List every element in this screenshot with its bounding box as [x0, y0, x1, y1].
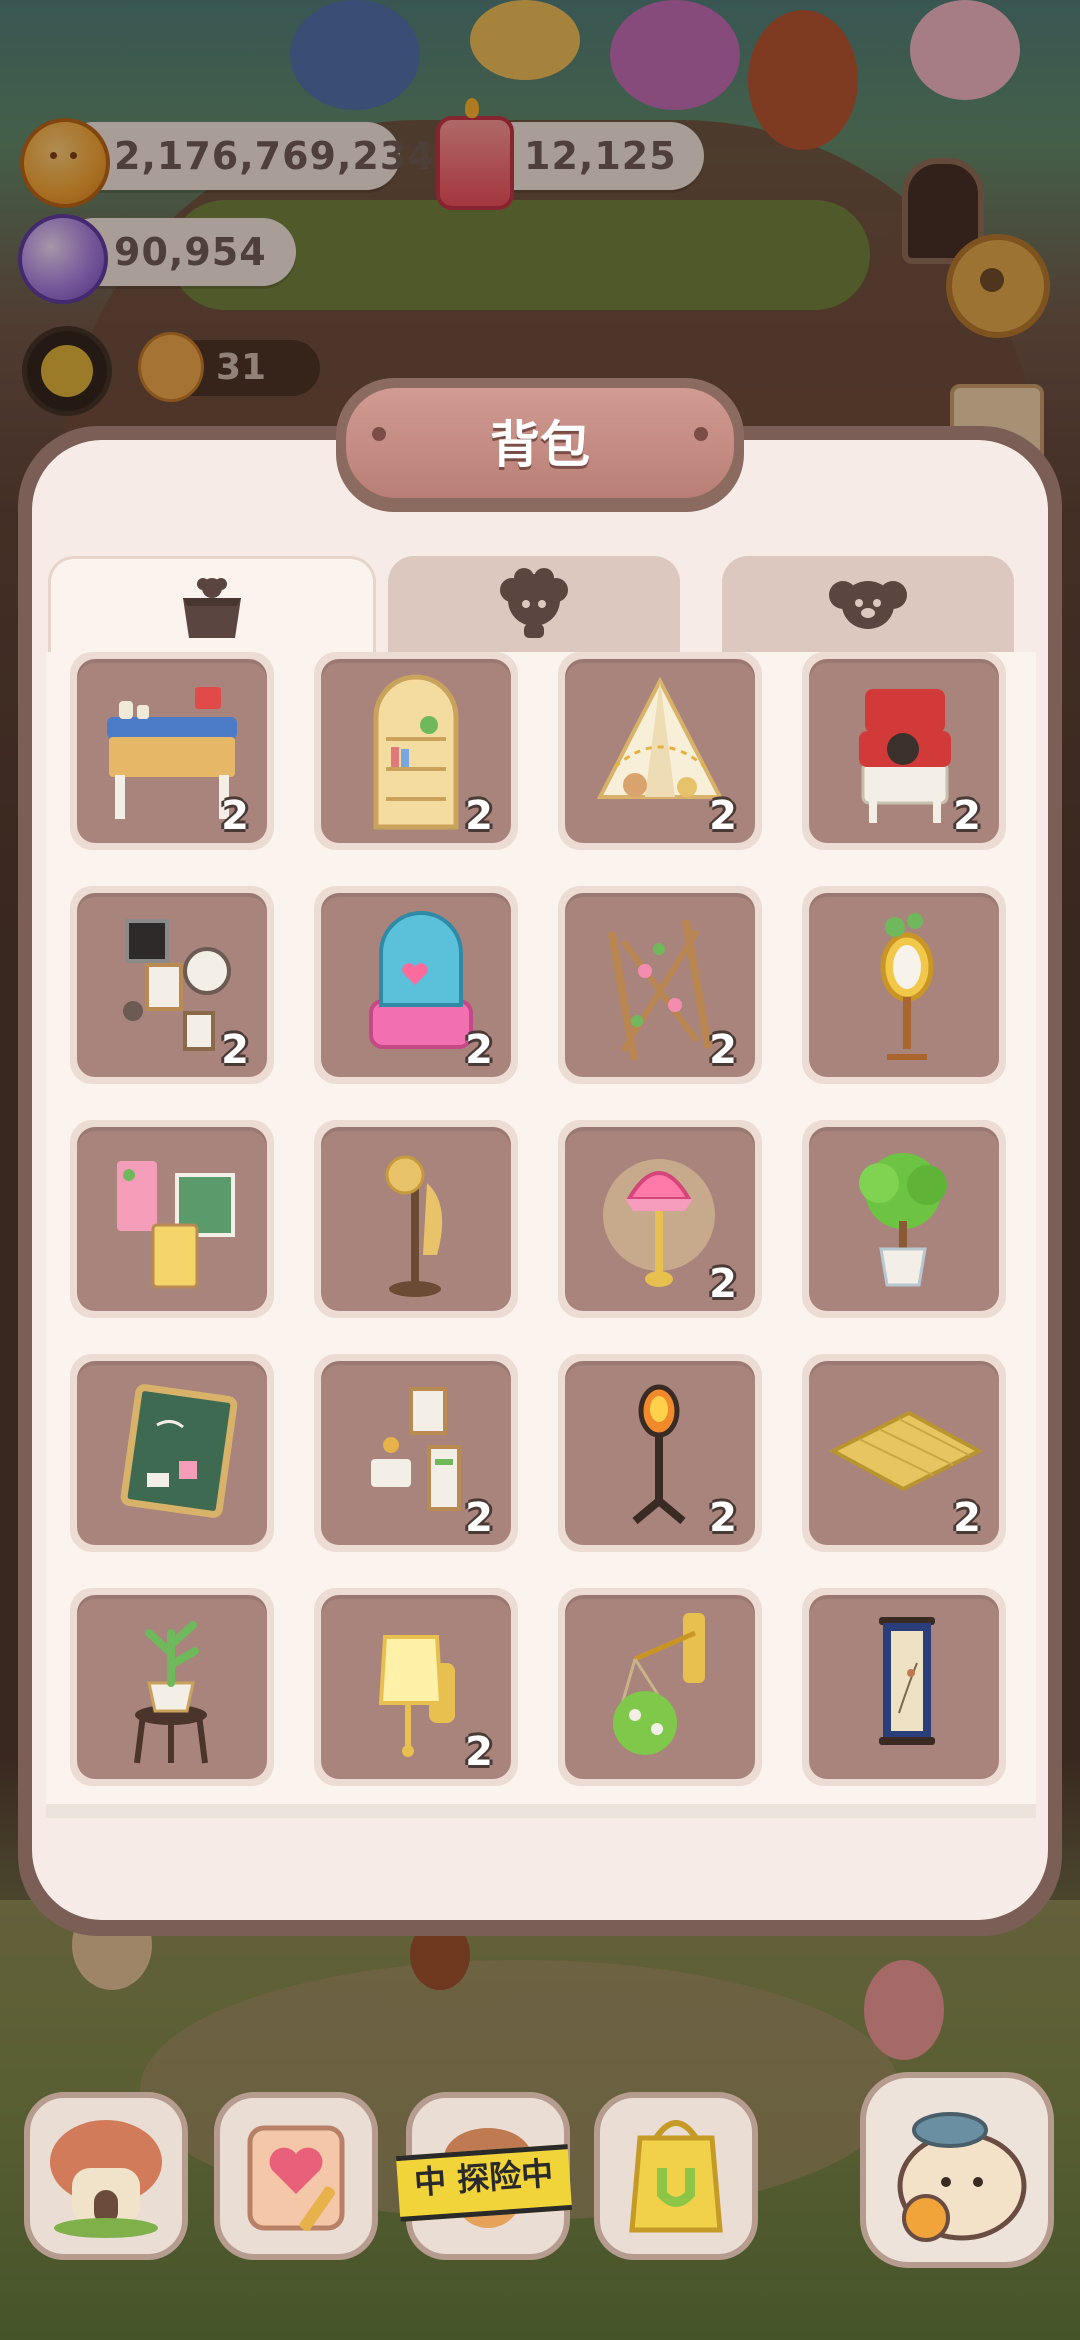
- exploring-tape-label: 中 探险中: [395, 2144, 573, 2222]
- hanging-planter-icon: [575, 1603, 745, 1777]
- item-quantity: 2: [465, 1495, 493, 1541]
- item-quantity: 2: [465, 1729, 493, 1775]
- item-slot-plant-stand[interactable]: [70, 1588, 274, 1786]
- item-slot-tent[interactable]: 2: [558, 652, 762, 850]
- item-slot-desk[interactable]: 2: [70, 652, 274, 850]
- item-slot-background: 2: [565, 659, 755, 843]
- item-slot-wall-lamp[interactable]: 2: [314, 1588, 518, 1786]
- item-slot-flower-trellis[interactable]: 2: [558, 886, 762, 1084]
- pet-alarm-button[interactable]: [860, 2072, 1054, 2268]
- item-slot-scroll-painting[interactable]: [802, 1588, 1006, 1786]
- item-slot-record-player[interactable]: 2: [802, 652, 1006, 850]
- tab-pets[interactable]: [722, 556, 1014, 652]
- panel-title-plate: 背包: [336, 378, 744, 512]
- item-slot-potted-tree[interactable]: [802, 1120, 1006, 1318]
- item-slot-background: [77, 1361, 267, 1545]
- item-quantity: 2: [221, 1027, 249, 1073]
- item-slot-background: 2: [321, 659, 511, 843]
- item-slot-backpack-suitcase[interactable]: 2: [314, 886, 518, 1084]
- heart-journal-icon: [247, 2125, 345, 2232]
- item-slot-background: [77, 1595, 267, 1779]
- item-quantity: 2: [709, 1027, 737, 1073]
- cookie-head-icon: [500, 568, 568, 638]
- item-slot-background: [809, 893, 999, 1077]
- item-slot-background: 2: [77, 659, 267, 843]
- item-slot-background: 2: [565, 1361, 755, 1545]
- item-slot-pink-lamp[interactable]: 2: [558, 1120, 762, 1318]
- item-slot-background: 2: [77, 893, 267, 1077]
- mushroom-house-icon: [50, 2120, 162, 2238]
- item-quantity: 2: [221, 793, 249, 839]
- item-slot-background: 2: [565, 893, 755, 1077]
- item-slot-background: 2: [809, 1361, 999, 1545]
- item-slot-wall-board[interactable]: [70, 1120, 274, 1318]
- item-slot-background: [809, 1127, 999, 1311]
- item-slot-coat-rack[interactable]: [314, 1120, 518, 1318]
- shop-button[interactable]: [594, 2092, 758, 2260]
- potted-tree-icon: [819, 1135, 989, 1309]
- item-quantity: 2: [465, 793, 493, 839]
- item-slot-background: [321, 1127, 511, 1311]
- box-icon: [183, 578, 241, 638]
- inventory-grid: 2 2 2 2 2 2 2 2 2 2 2 2: [46, 652, 1036, 1804]
- item-slot-background: [809, 1595, 999, 1779]
- item-slot-arched-bookshelf[interactable]: 2: [314, 652, 518, 850]
- item-quantity: 2: [465, 1027, 493, 1073]
- item-quantity: 2: [953, 1495, 981, 1541]
- item-slot-background: [77, 1127, 267, 1311]
- tab-cookie-outfits[interactable]: [388, 556, 680, 652]
- item-slot-straw-mat[interactable]: 2: [802, 1354, 1006, 1552]
- vine-mirror-icon: [819, 901, 989, 1075]
- item-slot-wall-frames[interactable]: 2: [70, 886, 274, 1084]
- wall-board-icon: [87, 1135, 257, 1309]
- item-quantity: 2: [709, 793, 737, 839]
- item-slot-hanging-planter[interactable]: [558, 1588, 762, 1786]
- grid-bottom-edge: [46, 1804, 1036, 1818]
- item-slot-background: 2: [321, 1595, 511, 1779]
- item-slot-art-frames[interactable]: 2: [314, 1354, 518, 1552]
- item-slot-background: [565, 1595, 755, 1779]
- item-quantity: 2: [709, 1495, 737, 1541]
- item-slot-vine-mirror[interactable]: [802, 886, 1006, 1084]
- panel-title: 背包: [490, 416, 590, 474]
- plant-stand-icon: [87, 1603, 257, 1777]
- shopping-bag-icon: [629, 2120, 723, 2233]
- house-button[interactable]: [24, 2092, 188, 2260]
- fish-cat-clock-icon: [897, 2112, 1027, 2242]
- item-slot-chalkboard[interactable]: [70, 1354, 274, 1552]
- pet-face-icon: [829, 581, 907, 629]
- coat-rack-icon: [331, 1135, 501, 1309]
- item-slot-background: 2: [565, 1127, 755, 1311]
- chalkboard-icon: [87, 1369, 257, 1543]
- item-slot-background: 2: [321, 1361, 511, 1545]
- diary-button[interactable]: [214, 2092, 378, 2260]
- tab-furniture[interactable]: [48, 556, 376, 659]
- item-quantity: 2: [953, 793, 981, 839]
- item-slot-background: 2: [809, 659, 999, 843]
- item-slot-standing-lantern[interactable]: 2: [558, 1354, 762, 1552]
- item-quantity: 2: [709, 1261, 737, 1307]
- scroll-painting-icon: [819, 1603, 989, 1777]
- item-slot-background: 2: [321, 893, 511, 1077]
